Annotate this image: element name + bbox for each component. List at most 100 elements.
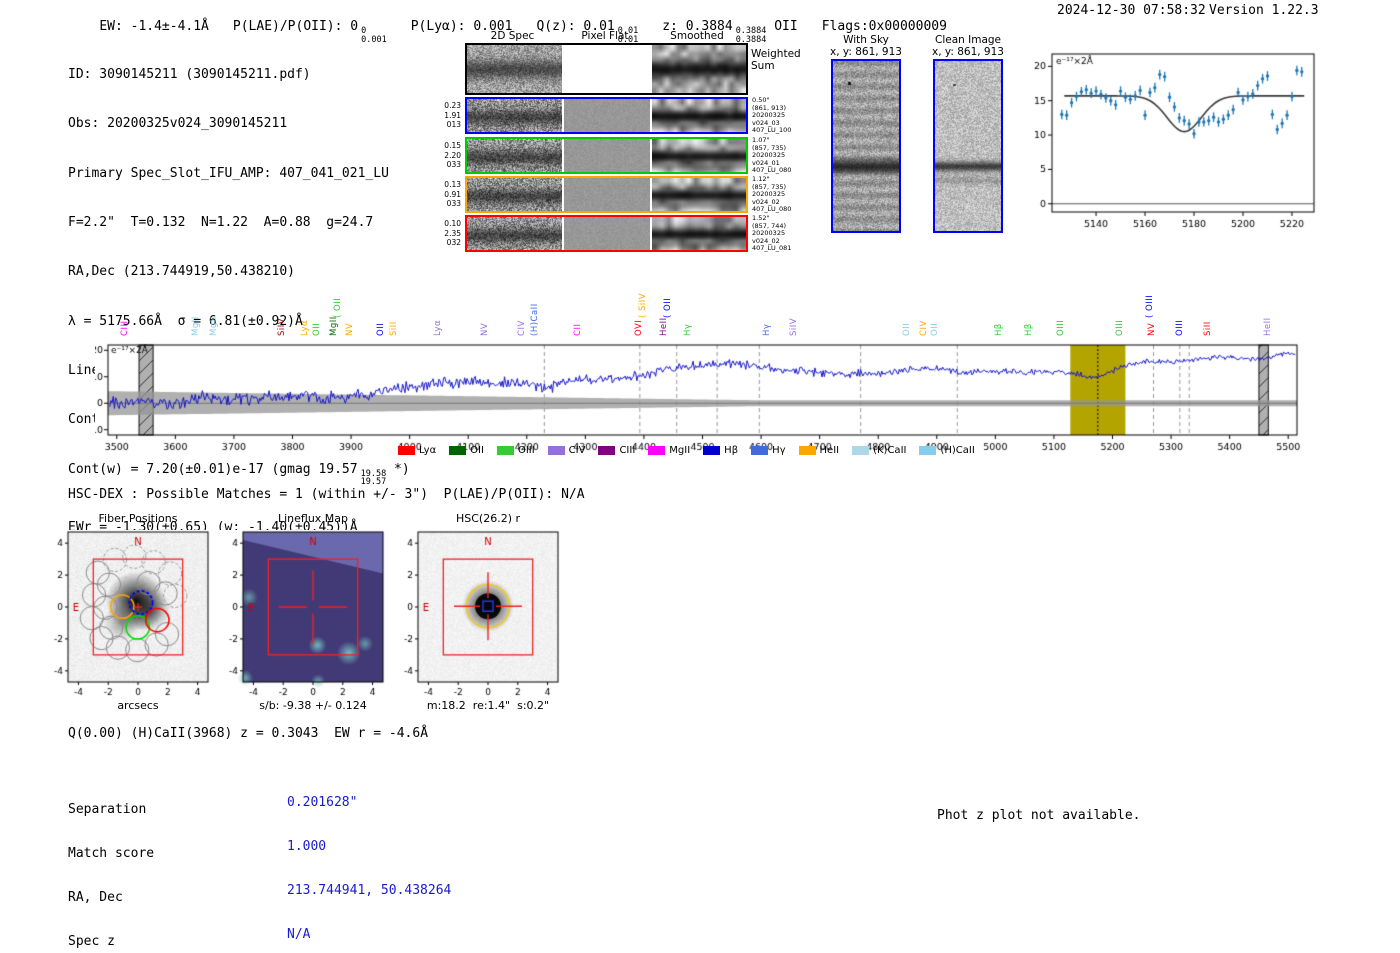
spec2d-row — [465, 137, 748, 174]
info-qline: Q(0.00) (H)CaII(3968) z = 0.3043 EW r = … — [68, 725, 429, 741]
col-title-smoothed: Smoothed — [670, 30, 724, 42]
legend-swatch — [919, 446, 937, 455]
spec2d-row-smooth-image — [652, 178, 746, 211]
photz-note: Phot z plot not available. — [937, 808, 1141, 823]
spec2d-row-left-labels: 0.13 0.91 033 — [444, 180, 461, 208]
withsky-title: With Sky — [843, 34, 889, 46]
info-radec: RA,Dec (213.744919,50.438210) — [68, 264, 295, 280]
hsc-r-title: HSC(26.2) r — [455, 512, 521, 525]
fiber-positions-image — [42, 530, 222, 700]
match-table-labels: Separation Match score RA, Dec Spec z Ph… — [68, 773, 185, 953]
spec2d-row-left-labels: 0.15 2.20 033 — [444, 141, 461, 169]
legend-item-CIV: CIV — [547, 445, 585, 456]
info-ifu: Primary Spec_Slot_IFU_AMP: 407_041_021_L… — [68, 165, 389, 181]
spec2d-row-smooth-image — [652, 139, 746, 172]
clean-image — [933, 59, 1003, 233]
full-spectrum-plot — [95, 336, 1310, 458]
spec2d-row-left-labels: 0.10 2.35 032 — [444, 219, 461, 247]
legend-item-OIII: OIII — [496, 445, 535, 456]
line-marker-OIII: ( OIII — [1145, 294, 1156, 318]
info-obs: Obs: 20200325v024_3090145211 — [68, 116, 288, 132]
legend-item-CIII: CIII — [598, 445, 635, 456]
spec2d-row-spec-image — [467, 217, 562, 250]
legend-swatch — [798, 446, 816, 455]
header-datetime: 2024-12-30 07:58:32 — [1057, 3, 1206, 18]
legend-item-Lyα: Lyα — [398, 445, 436, 456]
line-marker-SiIV: ( SiIV — [637, 292, 648, 318]
clean-title: Clean Image — [934, 34, 1002, 46]
fiber-positions-xlabel: arcsecs — [117, 699, 159, 712]
spec2d-row-spec-image — [467, 178, 562, 211]
legend-swatch — [703, 446, 721, 455]
col-title-2dspec: 2D Spec — [490, 30, 535, 42]
legend-item-HCaII: (H)CaII — [919, 445, 975, 456]
spec2d-row-spec-image — [467, 99, 562, 132]
legend-item-OII: OII — [449, 445, 484, 456]
header-plae: P(LAE)/P(OII): 0 0 0.001 — [232, 19, 387, 45]
spec2d-row-flat-image — [564, 139, 650, 172]
match-value: 0.201628" — [287, 794, 358, 810]
match-table-values: 0.201628" 1.000 213.744941, 50.438264 N/… — [287, 766, 451, 953]
hsc-r-image — [392, 530, 572, 700]
legend-swatch — [751, 446, 769, 455]
legend-item-KCaII: (K)CaII — [852, 445, 906, 456]
spec2d-row-flat-image — [564, 217, 650, 250]
gmag-fraction: 19.58 19.57 — [360, 468, 387, 488]
legend-item-MgII: MgII — [648, 445, 690, 456]
spec2d-row-right-labels: 1.52" (857, 744) 20200325 v024_02 407_LU_081 — [752, 214, 792, 253]
legend-item-Hβ: Hβ — [703, 445, 738, 456]
header-version: Version 1.22.3 — [1209, 3, 1319, 18]
spec2d-row-flat-image — [564, 99, 650, 132]
spectrum-legend: Lyα OII OIII CIV CIII MgII Hβ Hγ HeII (K)CaII (H)C… — [398, 445, 975, 456]
col-title-pixelflat: Pixel Flat — [581, 30, 629, 42]
hsc-r-xlabel: m:18.2 re:1.4" s:0.2" — [426, 699, 550, 712]
match-value: 1.000 — [287, 838, 327, 854]
match-value: N/A — [287, 927, 311, 943]
line-marker-OII: ( OII — [662, 297, 673, 318]
lineflux-map-title: Lineflux Map — [277, 512, 349, 525]
spec2d-row-right-labels: 1.07" (857, 735) 20200325 v024_01 407_LU_080 — [752, 136, 792, 175]
lineflux-map-xlabel: s/b: -9.38 +/- 0.124 — [259, 699, 367, 712]
legend-swatch — [449, 446, 467, 455]
spec2d-row — [465, 97, 748, 134]
spec2d-row-right-labels: 0.50" (861, 913) 20200325 v024_03 407_LU_100 — [752, 96, 792, 135]
spec2d-row — [465, 176, 748, 213]
legend-swatch — [648, 446, 666, 455]
spec2d-row-smooth-image — [652, 217, 746, 250]
spec2d-row-smooth-image — [652, 99, 746, 132]
legend-swatch — [852, 446, 870, 455]
legend-item-Hγ: Hγ — [751, 445, 786, 456]
line-fit-plot — [1018, 42, 1336, 238]
match-label: Match score — [68, 845, 155, 861]
spec2d-row-right-labels: 1.12" (857, 735) 20200325 v024_02 407_LU_080 — [752, 175, 792, 214]
spec2d-row — [465, 215, 748, 252]
weighted-sum-row — [465, 43, 748, 95]
info-cont-w: Cont(w) = 7.20(±0.01)e-17 (gmag 19.57 19.… — [68, 461, 410, 488]
header-flags: Flags:0x00000009 — [821, 19, 947, 35]
match-value: 213.744941, 50.438264 — [287, 883, 452, 898]
spec2d-row-spec-image — [467, 139, 562, 172]
withsky-subtitle: x, y: 861, 913 — [830, 46, 902, 58]
info-seeing: F=2.2" T=0.132 N=1.22 A=0.88 g=24.7 — [68, 214, 374, 230]
spec2d-row-left-labels: 0.23 1.91 013 — [444, 101, 461, 129]
header-ew: EW: -1.4±-4.1Å — [99, 19, 209, 35]
elixer-report-page: EW: -1.4±-4.1Å P(LAE)/P(OII): 0 0 0.001 P(Ly… — [0, 0, 1400, 953]
line-marker-OII: ( OII — [332, 297, 343, 318]
legend-swatch — [398, 446, 415, 455]
spec2d-row-flat-image — [564, 178, 650, 211]
weighted-sum-label: Weighted Sum — [751, 48, 801, 72]
legend-swatch — [598, 446, 616, 455]
legend-swatch — [547, 446, 565, 455]
weighted-sum-2dspec-image — [467, 45, 562, 93]
lineflux-map-image — [217, 530, 397, 700]
info-id: ID: 3090145211 (3090145211.pdf) — [68, 66, 311, 82]
legend-swatch — [496, 446, 514, 455]
hsc-dex-matches-line: HSC-DEX : Possible Matches = 1 (within +… — [68, 487, 585, 502]
match-label: Separation — [68, 801, 147, 817]
withsky-image — [831, 59, 901, 233]
clean-subtitle: x, y: 861, 913 — [932, 46, 1004, 58]
match-label: Spec z — [68, 934, 115, 950]
legend-item-HeII: HeII — [798, 445, 839, 456]
fiber-positions-title: Fiber Positions — [98, 512, 178, 525]
weighted-sum-smoothed-image — [652, 45, 746, 93]
